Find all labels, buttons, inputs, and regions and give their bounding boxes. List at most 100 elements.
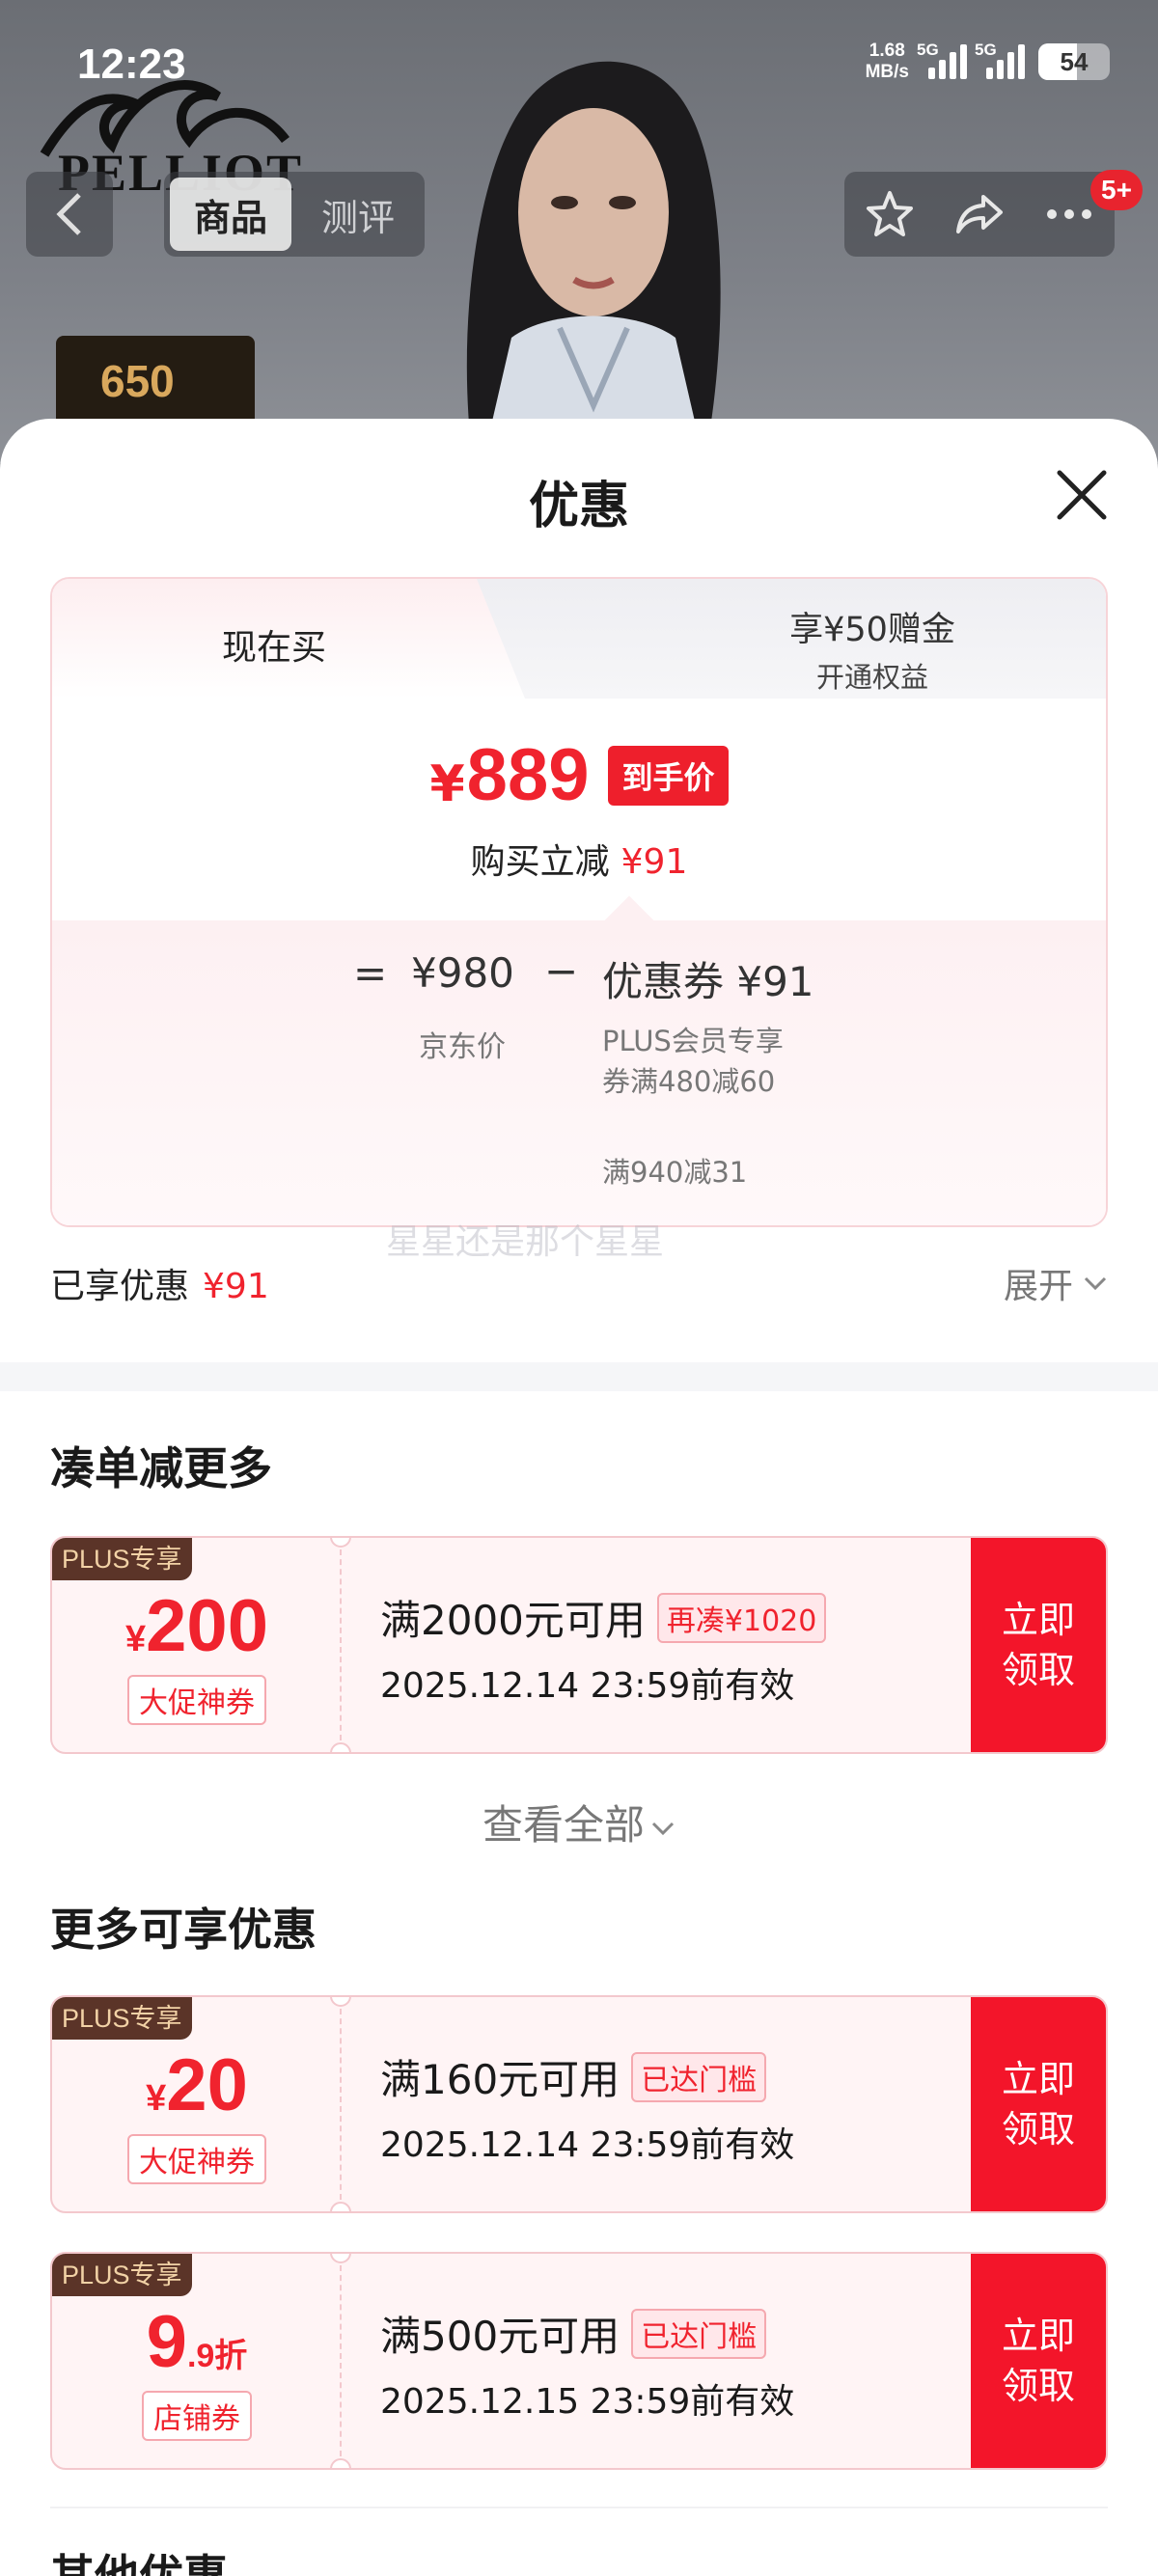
coupon-total: 优惠券 ¥91 [602, 958, 814, 1005]
coupon-suffix: .9折 [186, 2338, 248, 2374]
coupon-condition-tag: 已达门槛 [631, 2051, 767, 2102]
coupon-condition-text: 满2000元可用 [380, 1597, 646, 1644]
share-icon[interactable] [952, 187, 1006, 241]
battery-level: 54 [1060, 46, 1089, 76]
status-bar-icons: 1.68 MB/s 5G 5G 54 [866, 41, 1110, 83]
enjoyed-value: ¥91 [203, 1267, 269, 1306]
minus-sign: − [544, 947, 579, 995]
instant-reduce-value: ¥91 [620, 842, 688, 882]
expand-label: 展开 [1003, 1267, 1073, 1306]
coupon-condition: 满500元可用 已达门槛 [380, 2304, 767, 2363]
coupon-card: PLUS专享 9.9折 店铺券 满500元可用 已达门槛 2025.12.15 … [50, 2252, 1108, 2470]
tab-product[interactable]: 商品 [170, 178, 291, 251]
chevron-down-icon [1084, 1276, 1107, 1291]
section-divider-line [50, 2507, 1108, 2508]
view-all-button[interactable]: 查看全部 [0, 1793, 1158, 1851]
price-card: 现在买 享¥50赠金 开通权益 ¥ 889 到手价 购买立减 ¥91 = ¥980… [50, 577, 1108, 1227]
signal-icon-2: 5G [975, 41, 1025, 79]
section-divider [0, 1362, 1158, 1391]
header-actions [844, 172, 1115, 257]
more-icon[interactable] [1042, 187, 1096, 241]
coupon-condition-tag: 再凑¥1020 [656, 1592, 827, 1643]
enjoyed-label: 已享优惠 [50, 1267, 190, 1306]
product-header-background: PELLIOT 12:23 1.68 MB/s 5G 5G 54 商品 测评 5… [0, 0, 1158, 463]
coupon-currency: ¥ [146, 2078, 167, 2119]
coupon-condition-text: 满500元可用 [380, 2313, 620, 2360]
price-breakdown: = ¥980 京东价 − 优惠券 ¥91 PLUS会员专享券满480减60 满9… [52, 920, 1106, 1225]
product-model-image [466, 61, 721, 463]
coupon-type-label: 大促神券 [127, 1675, 266, 1725]
expand-button[interactable]: 展开 [1004, 1258, 1108, 1308]
notification-badge: 5+ [1090, 170, 1143, 210]
jd-price: ¥980 [411, 949, 514, 997]
network-speed-unit: MB/s [865, 62, 909, 82]
membership-bonus: 享¥50赠金 [789, 611, 955, 649]
instant-reduce-label: 购买立减 [470, 842, 610, 882]
coupon-amount: ¥200 [52, 1584, 342, 1668]
coupon-card: PLUS专享 ¥200 大促神券 满2000元可用 再凑¥1020 2025.1… [50, 1536, 1108, 1754]
claim-label: 立即领取 [1001, 2315, 1075, 2407]
plus-tag: PLUS专享 [52, 1997, 192, 2040]
coupon-type: 店铺券 [52, 2391, 342, 2441]
jd-price-label: 京东价 [419, 1030, 506, 1064]
coupon-value: 9 [146, 2301, 187, 2383]
purchase-mode-tabs: 现在买 享¥50赠金 开通权益 [52, 579, 1106, 699]
coupon-type-label: 店铺券 [142, 2391, 252, 2441]
sim1-label: 5G [917, 41, 939, 59]
equals-sign: = [353, 949, 388, 997]
coupon-type: 大促神券 [52, 1675, 342, 1725]
close-icon[interactable] [1054, 467, 1110, 523]
final-price: ¥ 889 到手价 [52, 733, 1106, 817]
discount-sheet: 优惠 现在买 享¥50赠金 开通权益 ¥ 889 到手价 购买立减¥91 = [0, 419, 1158, 2576]
membership-open: 开通权益 [815, 661, 928, 694]
price-card-body: ¥ 889 到手价 购买立减 ¥91 = ¥980 京东价 − 优惠券 ¥91 P… [52, 699, 1106, 1225]
currency-symbol: ¥ [429, 754, 465, 813]
claim-label: 立即领取 [1001, 1599, 1075, 1691]
view-all-label: 查看全部 [482, 1801, 645, 1849]
tab-membership-label[interactable]: 享¥50赠金 开通权益 [612, 602, 1106, 696]
back-button[interactable] [26, 172, 113, 257]
claim-button[interactable]: 立即领取 [971, 2254, 1106, 2468]
coupon-value: 200 [146, 1585, 268, 1667]
coupon-condition: 满160元可用 已达门槛 [380, 2047, 767, 2106]
final-price-badge: 到手价 [608, 745, 729, 806]
thumbnail-text: 650 [100, 356, 175, 406]
section-title-combine: 凑单减更多 [50, 1442, 272, 1494]
coupon-value: 20 [166, 2044, 248, 2126]
watermark: 星星还是那个星星 [386, 1222, 665, 1262]
section-title-more: 更多可享优惠 [50, 1904, 317, 1956]
battery-icon: 54 [1038, 43, 1110, 80]
coupon-detail-2: 满940减31 [602, 1156, 748, 1189]
chevron-down-icon [651, 1822, 675, 1835]
tab-review[interactable]: 测评 [297, 178, 419, 251]
claim-button[interactable]: 立即领取 [971, 1538, 1106, 1752]
claim-button[interactable]: 立即领取 [971, 1997, 1106, 2211]
coupon-card: PLUS专享 ¥20 大促神券 满160元可用 已达门槛 2025.12.14 … [50, 1995, 1108, 2213]
instant-reduce: 购买立减 ¥91 [52, 834, 1106, 884]
status-time: 12:23 [77, 41, 186, 88]
tab-buy-now-label[interactable]: 现在买 [52, 619, 496, 670]
coupon-type: 大促神券 [52, 2134, 342, 2184]
coupon-amount: ¥20 [52, 2043, 342, 2127]
final-price-value: 889 [466, 734, 590, 816]
signal-icon: 5G [917, 41, 967, 79]
star-icon[interactable] [863, 187, 917, 241]
network-speed: 1.68 MB/s [866, 41, 909, 83]
sheet-title: 优惠 [528, 478, 629, 535]
enjoyed-discount: 已享优惠 ¥91 [50, 1258, 269, 1308]
coupon-condition-text: 满160元可用 [380, 2056, 620, 2103]
sim2-label: 5G [975, 41, 997, 59]
coupon-validity: 2025.12.14 23:59前有效 [380, 1666, 795, 1706]
plus-tag: PLUS专享 [52, 2254, 192, 2296]
claim-label: 立即领取 [1001, 2058, 1075, 2151]
chevron-left-icon [56, 193, 81, 235]
coupon-amount: 9.9折 [52, 2300, 342, 2384]
coupon-condition-tag: 已达门槛 [631, 2308, 767, 2359]
network-speed-value: 1.68 [868, 41, 905, 61]
section-title-other: 其他优惠 [50, 2550, 228, 2576]
product-tabs: 商品 测评 [164, 172, 425, 257]
coupon-validity: 2025.12.14 23:59前有效 [380, 2125, 795, 2165]
coupon-detail: PLUS会员专享券满480减60 [602, 1025, 784, 1098]
coupon-validity: 2025.12.15 23:59前有效 [380, 2382, 795, 2422]
plus-tag: PLUS专享 [52, 1538, 192, 1580]
